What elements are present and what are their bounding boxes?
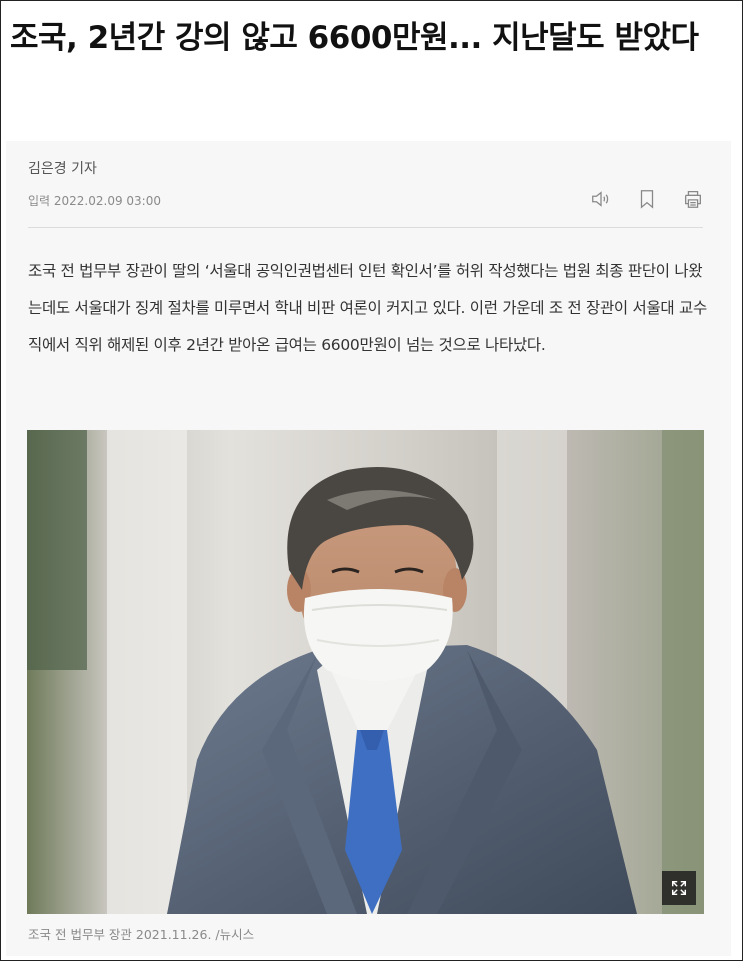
photo-caption: 조국 전 법무부 장관 2021.11.26. /뉴시스: [28, 927, 255, 942]
meta-divider: [28, 227, 703, 228]
publish-date: 입력 2022.02.09 03:00: [28, 194, 161, 208]
bookmark-button[interactable]: [635, 187, 659, 211]
article-lead-paragraph: 조국 전 법무부 장관이 딸의 ‘서울대 공익인권법센터 인턴 확인서’를 허위…: [28, 262, 707, 354]
article-headline: 조국, 2년간 강의 않고 6600만원... 지난달도 받았다: [10, 20, 699, 56]
photo-expand-button[interactable]: [662, 871, 696, 905]
article-container: 김은경 기자 입력 2022.02.09 03:00 조국 전 법무부 장관이 …: [6, 141, 731, 956]
speaker-icon: [592, 191, 609, 207]
page-frame: 조국, 2년간 강의 않고 6600만원... 지난달도 받았다 김은경 기자 …: [0, 0, 743, 961]
article-photo[interactable]: [27, 430, 704, 914]
print-button[interactable]: [681, 187, 705, 211]
man-in-suit-with-mask-photo: [27, 430, 704, 914]
article-toolbar: [589, 187, 705, 211]
listen-button[interactable]: [589, 187, 613, 211]
reporter-byline[interactable]: 김은경 기자: [28, 158, 97, 178]
bookmark-icon: [640, 190, 654, 209]
expand-icon: [671, 880, 687, 896]
print-icon: [685, 191, 701, 208]
